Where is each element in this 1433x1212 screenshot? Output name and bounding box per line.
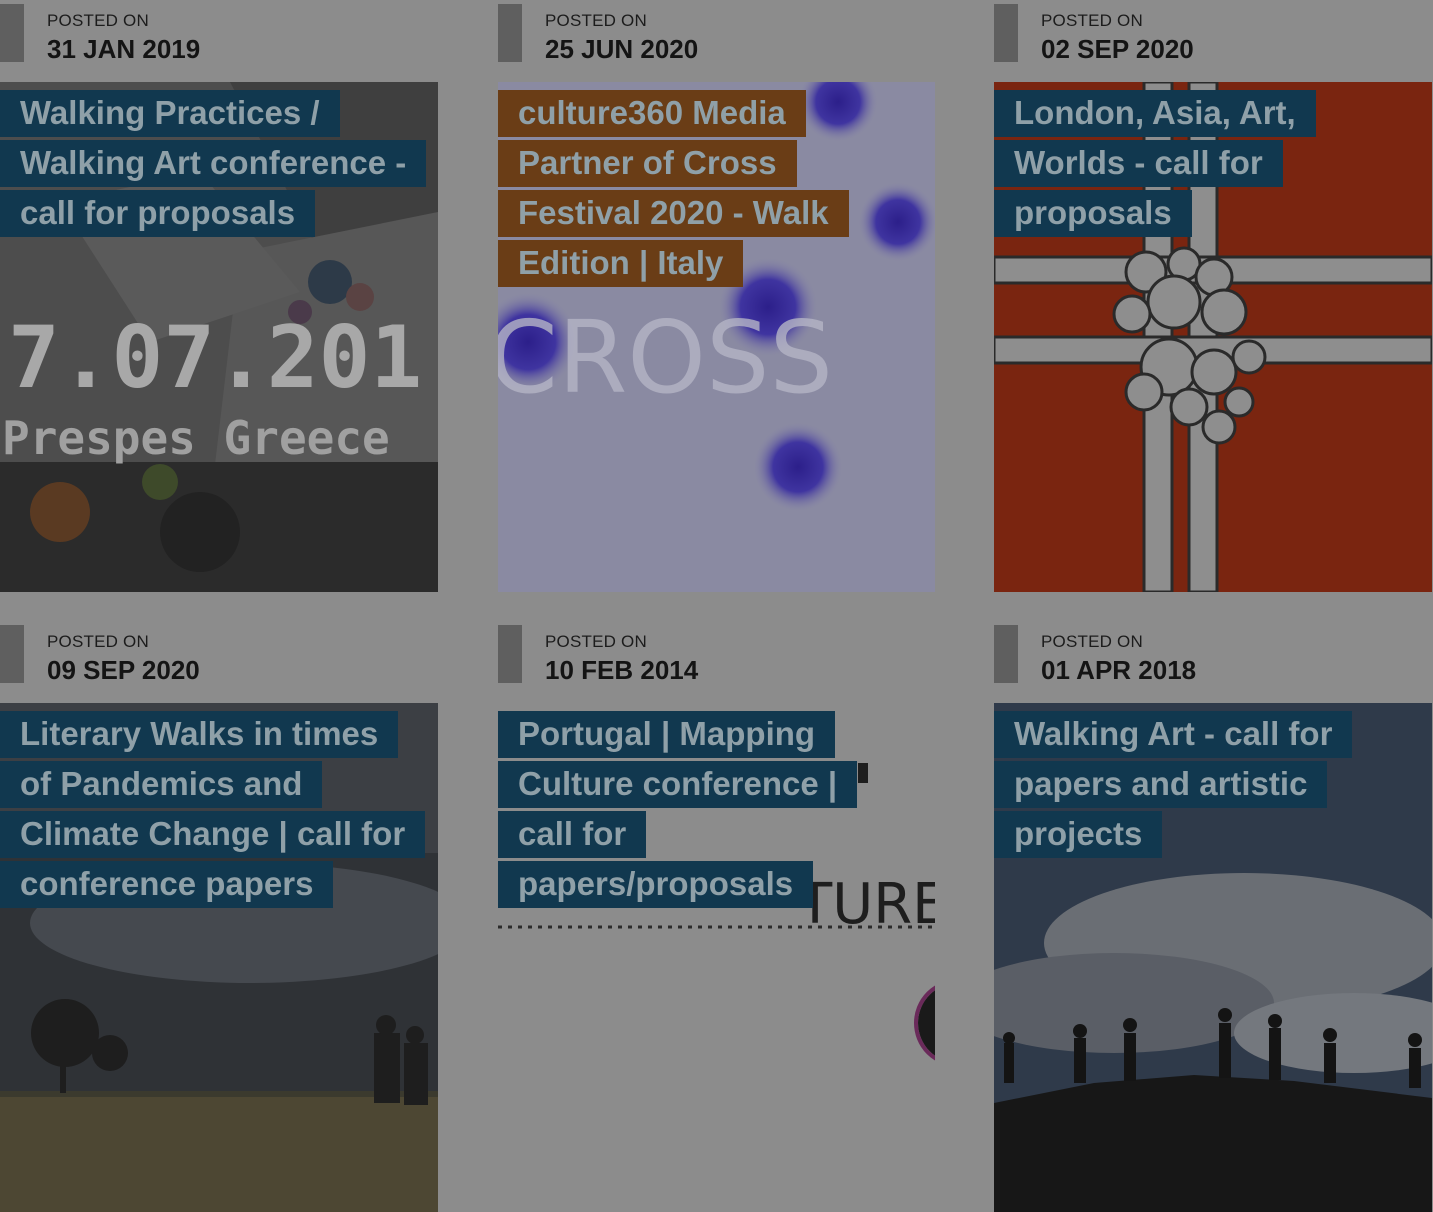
meta-accent-bar: [994, 625, 1018, 683]
post-thumbnail-link[interactable]: Walking Art - call for papers and artist…: [994, 703, 1432, 1212]
image-caption-text: Prespes Greece: [2, 411, 390, 465]
post-title[interactable]: Walking Art - call for papers and artist…: [994, 711, 1353, 858]
post-date: 01 APR 2018: [1041, 655, 1197, 685]
image-logo-text: CROSS: [498, 299, 833, 416]
post-meta: POSTED ON 02 SEP 2020: [994, 0, 1432, 82]
post-card[interactable]: POSTED ON 25 JUN 2020 CROSS culture360 M…: [498, 0, 936, 592]
post-date: 02 SEP 2020: [1041, 34, 1194, 64]
post-title[interactable]: culture360 Media Partner of Cross Festiv…: [498, 90, 849, 287]
post-meta: POSTED ON 01 APR 2018: [994, 621, 1432, 703]
post-title[interactable]: Walking Practices / Walking Art conferen…: [0, 90, 427, 237]
posted-on-label: POSTED ON: [545, 632, 647, 651]
post-meta: POSTED ON 09 SEP 2020: [0, 621, 438, 703]
post-card[interactable]: POSTED ON 10 FEB 2014 TURE Portugal | Ma…: [498, 621, 936, 1212]
posts-grid: POSTED ON 31 JAN 2019 7.07.201 Prespes G…: [0, 0, 1433, 1212]
post-thumbnail-link[interactable]: Literary Walks in times of Pandemics and…: [0, 703, 438, 1212]
post-date: 31 JAN 2019: [47, 34, 201, 64]
posted-on-label: POSTED ON: [545, 11, 647, 30]
meta-accent-bar: [498, 625, 522, 683]
post-thumbnail-link[interactable]: TURE Portugal | Mapping Culture conferen…: [498, 703, 935, 1212]
meta-accent-bar: [0, 625, 24, 683]
post-meta: POSTED ON 31 JAN 2019: [0, 0, 438, 82]
posted-on-label: POSTED ON: [1041, 632, 1143, 651]
meta-accent-bar: [994, 4, 1018, 62]
post-date: 25 JUN 2020: [545, 34, 699, 64]
post-meta: POSTED ON 10 FEB 2014: [498, 621, 936, 703]
post-title[interactable]: London, Asia, Art, Worlds - call for pro…: [994, 90, 1316, 237]
post-meta: POSTED ON 25 JUN 2020: [498, 0, 936, 82]
posted-on-label: POSTED ON: [1041, 11, 1143, 30]
post-date: 10 FEB 2014: [545, 655, 699, 685]
meta-accent-bar: [498, 4, 522, 62]
meta-accent-bar: [0, 4, 24, 62]
post-title[interactable]: Portugal | Mapping Culture conference | …: [498, 711, 858, 908]
post-card[interactable]: POSTED ON 02 SEP 2020 London, Asia, Art,…: [994, 0, 1432, 592]
post-thumbnail-link[interactable]: 7.07.201 Prespes Greece Walking Practice…: [0, 82, 438, 592]
post-thumbnail-link[interactable]: London, Asia, Art, Worlds - call for pro…: [994, 82, 1432, 592]
post-date: 09 SEP 2020: [47, 655, 200, 685]
post-card[interactable]: POSTED ON 01 APR 2018 Walking Art - call…: [994, 621, 1432, 1212]
post-card[interactable]: POSTED ON 31 JAN 2019 7.07.201 Prespes G…: [0, 0, 438, 592]
image-date-text: 7.07.201: [8, 308, 422, 408]
post-card[interactable]: POSTED ON 09 SEP 2020 Literary Walks in …: [0, 621, 438, 1212]
posted-on-label: POSTED ON: [47, 632, 149, 651]
posted-on-label: POSTED ON: [47, 11, 149, 30]
post-title[interactable]: Literary Walks in times of Pandemics and…: [0, 711, 426, 908]
post-thumbnail-link[interactable]: CROSS culture360 Media Partner of Cross …: [498, 82, 935, 592]
